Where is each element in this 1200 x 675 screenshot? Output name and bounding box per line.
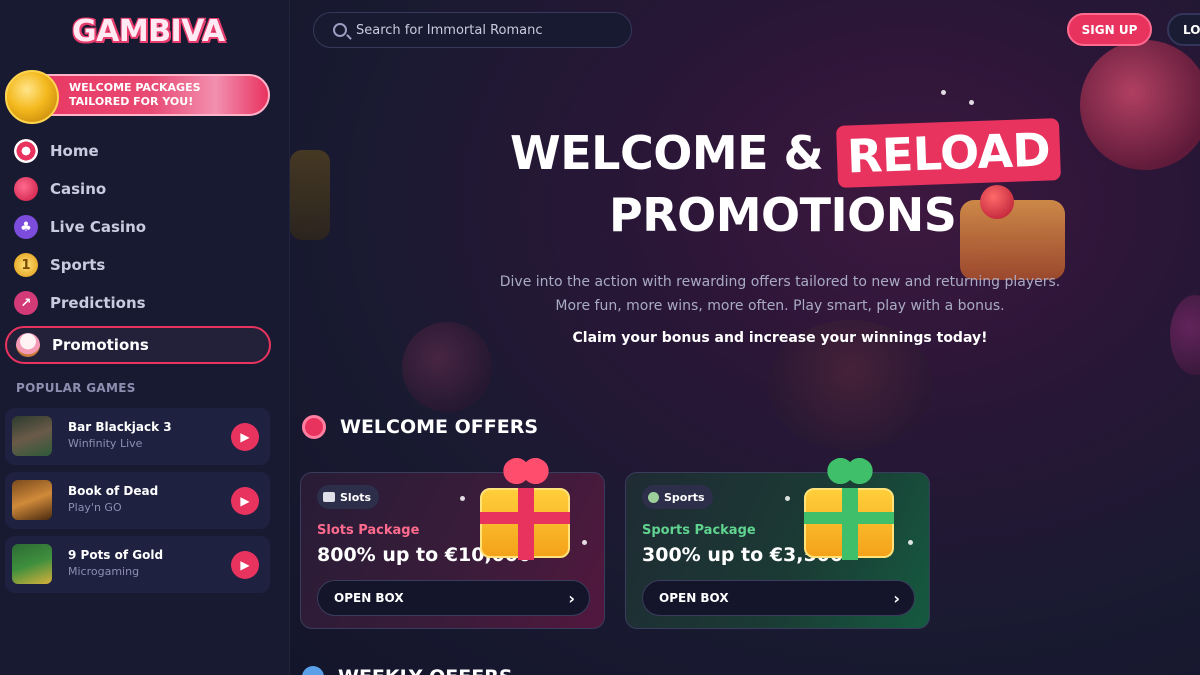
sparkle-icon bbox=[969, 100, 974, 105]
sidebar-item-label: Predictions bbox=[50, 294, 146, 312]
open-box-label: OPEN BOX bbox=[334, 591, 404, 605]
sidebar-nav: Home Casino ♣ Live Casino 1 Sports ↗ Pre… bbox=[0, 132, 290, 364]
chevron-right-icon: › bbox=[893, 588, 900, 608]
hero-title-line1: WELCOME & RELOAD bbox=[510, 118, 1062, 188]
club-icon: ♣ bbox=[14, 215, 38, 239]
sports-gift-box-icon bbox=[804, 456, 894, 560]
slot-machine-icon bbox=[323, 492, 335, 502]
search-bar[interactable] bbox=[313, 12, 632, 48]
swirl-candy-icon bbox=[14, 139, 38, 163]
sparkle-icon bbox=[941, 90, 946, 95]
sidebar-item-label: Promotions bbox=[52, 336, 149, 354]
sidebar-item-live-casino[interactable]: ♣ Live Casino bbox=[0, 208, 290, 246]
login-button[interactable]: LO bbox=[1167, 13, 1200, 46]
main-content: SIGN UP LO WELCOME & RELOAD PROMOTIONS D… bbox=[290, 0, 1200, 675]
section-title: WELCOME OFFERS bbox=[340, 416, 539, 438]
candy-ball-decoration bbox=[402, 322, 492, 412]
open-box-label: OPEN BOX bbox=[659, 591, 729, 605]
candy-icon bbox=[302, 415, 326, 439]
section-title: WEEKLY OFFERS bbox=[338, 666, 513, 675]
offer-tag-label: Slots bbox=[340, 490, 372, 504]
hero-title-highlight: RELOAD bbox=[836, 118, 1062, 188]
sparkle-icon bbox=[460, 496, 465, 501]
game-provider: Play'n GO bbox=[68, 501, 122, 514]
hero-description-line: Dive into the action with rewarding offe… bbox=[499, 274, 1061, 290]
slots-gift-box-icon bbox=[480, 456, 570, 560]
game-name: 9 Pots of Gold bbox=[68, 548, 164, 562]
cherry-icon bbox=[14, 177, 38, 201]
weekly-offers-heading: WEEKLY OFFERS bbox=[302, 662, 513, 675]
gift-ribbon bbox=[480, 512, 570, 524]
section-icon bbox=[302, 666, 324, 675]
game-card[interactable]: Bar Blackjack 3 Winfinity Live ▶ bbox=[5, 408, 270, 465]
gift-bow bbox=[502, 456, 550, 486]
game-name: Bar Blackjack 3 bbox=[68, 420, 172, 434]
hero-title-line2: PROMOTIONS bbox=[609, 188, 957, 242]
game-thumbnail bbox=[12, 480, 52, 520]
sidebar-item-label: Casino bbox=[50, 180, 107, 198]
gift-ribbon bbox=[804, 512, 894, 524]
game-thumbnail bbox=[12, 416, 52, 456]
game-card[interactable]: 9 Pots of Gold Microgaming ▶ bbox=[5, 536, 270, 593]
sidebar: GAMBIVA WELCOME PACKAGES TAILORED FOR YO… bbox=[0, 0, 290, 675]
welcome-offers-heading: WELCOME OFFERS bbox=[302, 412, 538, 442]
sidebar-item-promotions[interactable]: Promotions bbox=[5, 326, 271, 364]
game-thumbnail bbox=[12, 544, 52, 584]
play-icon[interactable]: ▶ bbox=[231, 487, 259, 515]
medal-icon: 1 bbox=[14, 253, 38, 277]
sign-up-button[interactable]: SIGN UP bbox=[1067, 13, 1152, 46]
search-icon bbox=[333, 23, 347, 37]
search-input[interactable] bbox=[356, 19, 616, 41]
sparkle-icon bbox=[582, 540, 587, 545]
offer-tag: Slots bbox=[317, 485, 380, 509]
play-icon[interactable]: ▶ bbox=[231, 423, 259, 451]
sidebar-item-label: Sports bbox=[50, 256, 106, 274]
wrapped-candy-decoration bbox=[290, 150, 330, 240]
open-box-button[interactable]: OPEN BOX › bbox=[642, 580, 915, 616]
sidebar-item-label: Home bbox=[50, 142, 99, 160]
gift-ribbon bbox=[842, 488, 858, 560]
sidebar-item-label: Live Casino bbox=[50, 218, 147, 236]
gift-ribbon bbox=[518, 488, 534, 560]
sidebar-item-home[interactable]: Home bbox=[0, 132, 290, 170]
cupcake-icon bbox=[16, 333, 40, 357]
ball-decoration bbox=[1170, 295, 1200, 375]
hero-description-line: More fun, more wins, more often. Play sm… bbox=[555, 298, 1005, 314]
trend-arrow-icon: ↗ bbox=[14, 291, 38, 315]
sidebar-item-predictions[interactable]: ↗ Predictions bbox=[0, 284, 290, 322]
hero-description: Dive into the action with rewarding offe… bbox=[485, 270, 1075, 318]
chevron-right-icon: › bbox=[568, 588, 575, 608]
game-provider: Winfinity Live bbox=[68, 437, 143, 450]
game-provider: Microgaming bbox=[68, 565, 140, 578]
game-card[interactable]: Book of Dead Play'n GO ▶ bbox=[5, 472, 270, 529]
hero-claim-text: Claim your bonus and increase your winni… bbox=[572, 330, 988, 346]
offer-tag-label: Sports bbox=[664, 490, 705, 504]
soccer-ball-icon bbox=[648, 491, 659, 503]
offer-package-name: Slots Package bbox=[317, 523, 420, 538]
game-name: Book of Dead bbox=[68, 484, 159, 498]
play-icon[interactable]: ▶ bbox=[231, 551, 259, 579]
sparkle-icon bbox=[785, 496, 790, 501]
welcome-banner-text: WELCOME PACKAGES TAILORED FOR YOU! bbox=[69, 81, 201, 108]
coin-icon bbox=[5, 70, 59, 124]
sparkle-icon bbox=[908, 540, 913, 545]
open-box-button[interactable]: OPEN BOX › bbox=[317, 580, 590, 616]
popular-games-heading: POPULAR GAMES bbox=[16, 381, 136, 395]
sidebar-item-casino[interactable]: Casino bbox=[0, 170, 290, 208]
offer-tag: Sports bbox=[642, 485, 713, 509]
offer-package-name: Sports Package bbox=[642, 523, 756, 538]
sidebar-item-sports[interactable]: 1 Sports bbox=[0, 246, 290, 284]
hero-title-text: WELCOME & bbox=[510, 126, 824, 180]
candy-decoration bbox=[1080, 40, 1200, 170]
welcome-packages-banner[interactable]: WELCOME PACKAGES TAILORED FOR YOU! bbox=[5, 70, 270, 124]
gift-bow bbox=[826, 456, 874, 486]
brand-logo[interactable]: GAMBIVA bbox=[72, 14, 225, 49]
